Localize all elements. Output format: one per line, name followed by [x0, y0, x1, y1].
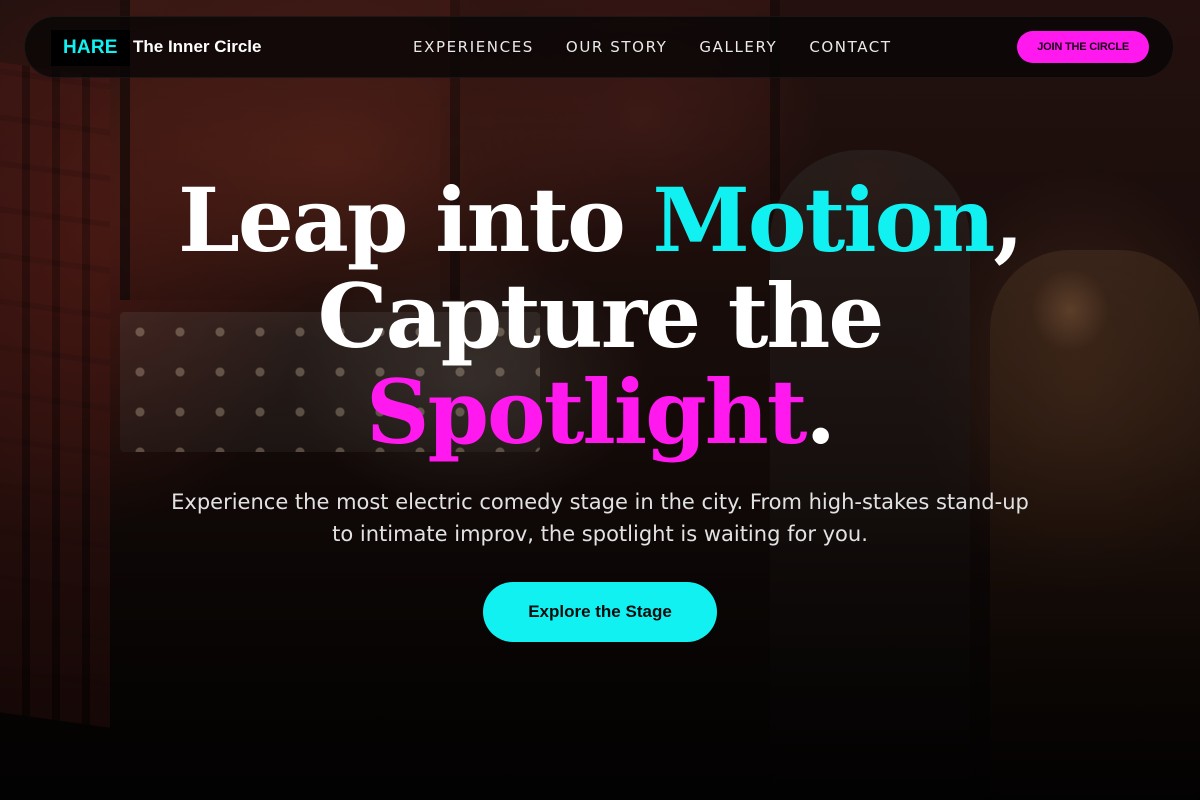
nav-link-experiences[interactable]: EXPERIENCES	[413, 38, 534, 56]
brand-name[interactable]: The Inner Circle	[133, 37, 261, 57]
join-the-circle-button[interactable]: JOIN THE CIRCLE	[1017, 31, 1149, 63]
nav-links: EXPERIENCES OUR STORY GALLERY CONTACT	[413, 38, 892, 56]
hero-headline: Leap into Motion, Capture the Spotlight.	[0, 172, 1200, 460]
headline-highlight-motion: Motion	[652, 168, 995, 272]
explore-the-stage-button[interactable]: Explore the Stage	[483, 582, 717, 642]
nav-link-our-story[interactable]: OUR STORY	[566, 38, 668, 56]
hero-section: Leap into Motion, Capture the Spotlight.…	[0, 172, 1200, 642]
site-logo[interactable]: HARE	[51, 30, 130, 66]
headline-text: ,	[993, 168, 1024, 272]
nav-link-contact[interactable]: CONTACT	[809, 38, 891, 56]
headline-text: .	[805, 360, 836, 464]
headline-highlight-spotlight: Spotlight	[365, 360, 807, 464]
hero-subtitle: Experience the most electric comedy stag…	[171, 490, 1029, 546]
headline-text: Capture the	[317, 264, 885, 368]
headline-text: Leap into	[178, 168, 653, 272]
nav-link-gallery[interactable]: GALLERY	[699, 38, 777, 56]
top-navbar: HARE The Inner Circle EXPERIENCES OUR ST…	[24, 16, 1174, 78]
